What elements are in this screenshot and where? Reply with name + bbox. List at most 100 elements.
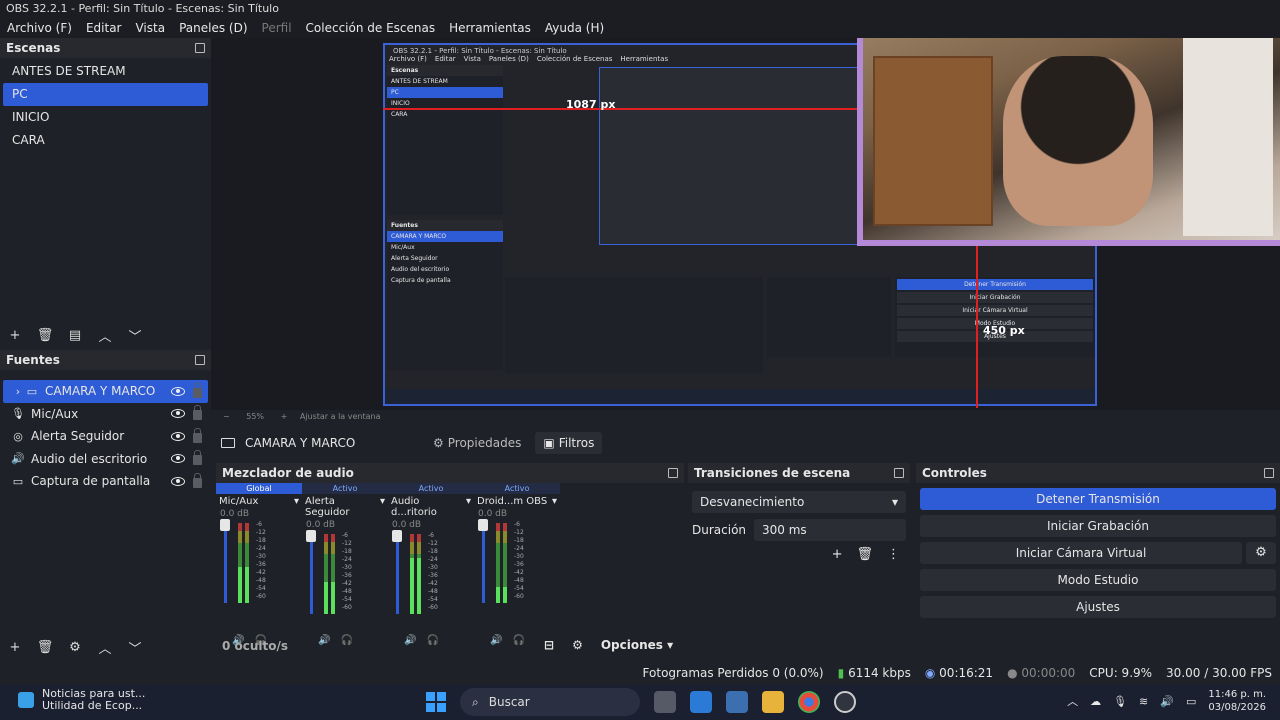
gear-icon[interactable]: ⚙ — [572, 638, 583, 652]
filter-icon[interactable]: ▤ — [68, 328, 82, 343]
volume-icon[interactable]: 🔊 — [318, 635, 330, 646]
tray-chevron-icon[interactable]: ︿ — [1067, 693, 1078, 709]
menu-paneles[interactable]: Paneles (D) — [172, 21, 254, 35]
lock-icon[interactable] — [193, 427, 202, 443]
eye-icon[interactable] — [171, 454, 185, 464]
volume-slider-knob[interactable] — [306, 530, 316, 542]
layout-icon[interactable]: ⊟ — [544, 638, 554, 652]
chrome-icon[interactable] — [798, 691, 820, 713]
menu-editar[interactable]: Editar — [79, 21, 129, 35]
eye-icon[interactable] — [171, 386, 185, 396]
chevron-up-icon[interactable]: ︿ — [98, 328, 112, 345]
volume-slider-knob[interactable] — [220, 519, 230, 531]
trash-icon[interactable]: 🗑 — [37, 328, 54, 343]
volume-icon[interactable]: 🔊 — [404, 635, 416, 646]
undock-icon[interactable] — [195, 43, 205, 53]
audio-mixer-dock: Mezclador de audio Global Mic/Aux ▾ 0.0 dB -… — [216, 463, 684, 659]
scene-item[interactable]: ANTES DE STREAM — [3, 60, 208, 83]
source-item[interactable]: 🔊 Audio del escritorio — [3, 448, 208, 471]
channel-name-row[interactable]: Mic/Aux ▾ — [216, 494, 302, 509]
transition-select[interactable]: Desvanecimiento ▾ — [692, 491, 906, 513]
lock-icon[interactable] — [193, 382, 202, 398]
source-item-selected[interactable]: › ▭ CAMARA Y MARCO — [3, 380, 208, 403]
volume-slider-track[interactable] — [310, 534, 313, 614]
scene-item-selected[interactable]: PC — [3, 83, 208, 106]
chevron-up-icon[interactable]: ︿ — [98, 640, 112, 657]
scene-item[interactable]: INICIO — [3, 106, 208, 129]
filters-button[interactable]: ▣ Filtros — [535, 432, 603, 454]
options-button[interactable]: Opciones ▾ — [601, 638, 673, 652]
headphones-icon[interactable]: 🎧 — [426, 635, 438, 646]
task-view-icon[interactable] — [654, 691, 676, 713]
menu-herramientas[interactable]: Herramientas — [442, 21, 538, 35]
channel-name-row[interactable]: Alerta Seguidor ▾ — [302, 494, 388, 520]
calculator-icon[interactable] — [726, 691, 748, 713]
expand-arrow-icon[interactable]: › — [11, 385, 25, 398]
webcam-source[interactable] — [857, 38, 1280, 246]
clock[interactable]: 11:46 p. m. 03/08/2026 — [1208, 688, 1266, 714]
preview-canvas[interactable]: OBS 32.2.1 - Perfil: Sin Título - Escena… — [211, 38, 1280, 410]
start-record-button[interactable]: Iniciar Grabación — [920, 515, 1276, 537]
scene-item[interactable]: CARA — [3, 129, 208, 152]
gear-icon[interactable]: ⚙ — [68, 640, 82, 655]
eye-icon[interactable] — [171, 431, 185, 441]
volume-icon[interactable]: 🔊 — [490, 635, 502, 646]
windows-start-icon[interactable] — [426, 692, 446, 712]
add-icon[interactable]: + — [8, 328, 22, 343]
add-icon[interactable]: + — [8, 640, 22, 655]
store-icon[interactable] — [690, 691, 712, 713]
undock-icon[interactable] — [195, 355, 205, 365]
headphones-icon[interactable]: 🎧 — [512, 635, 524, 646]
source-item[interactable]: ▭ Captura de pantalla — [3, 470, 208, 493]
volume-slider-knob[interactable] — [392, 530, 402, 542]
obs-icon[interactable] — [834, 691, 856, 713]
taskbar-search[interactable]: ⌕ Buscar — [460, 688, 640, 716]
more-icon[interactable]: ⋮ — [887, 547, 900, 562]
wifi-icon[interactable]: ≋ — [1139, 695, 1148, 708]
battery-icon[interactable]: ▭ — [1186, 695, 1196, 708]
menu-archivo[interactable]: Archivo (F) — [0, 21, 79, 35]
start-virtual-cam-button[interactable]: Iniciar Cámara Virtual — [920, 542, 1242, 564]
volume-slider-track[interactable] — [396, 534, 399, 614]
undock-icon[interactable] — [668, 468, 678, 478]
trash-icon[interactable]: 🗑 — [856, 547, 873, 562]
eye-icon[interactable] — [171, 409, 185, 419]
lock-icon[interactable] — [193, 405, 202, 421]
gear-icon[interactable]: ⚙ — [1246, 542, 1276, 564]
undock-icon[interactable] — [894, 468, 904, 478]
volume-icon[interactable]: 🔊 — [1160, 695, 1174, 708]
zoom-minus-icon[interactable]: − — [223, 412, 230, 421]
channel-name-row[interactable]: Droid...m OBS ▾ — [474, 494, 560, 509]
cloud-icon[interactable]: ☁ — [1090, 695, 1101, 708]
headphones-icon[interactable]: 🎧 — [340, 635, 352, 646]
mic-tray-icon[interactable]: 🎙 — [1113, 695, 1127, 708]
settings-button[interactable]: Ajustes — [920, 596, 1276, 618]
chevron-down-icon[interactable]: ﹀ — [128, 328, 142, 345]
zoom-level[interactable]: 55% — [246, 412, 264, 421]
properties-button[interactable]: ⚙ Propiedades — [425, 432, 529, 454]
studio-mode-button[interactable]: Modo Estudio — [920, 569, 1276, 591]
fit-window[interactable]: Ajustar a la ventana — [300, 412, 381, 421]
lock-icon[interactable] — [193, 472, 202, 488]
menu-perfil[interactable]: Perfil — [255, 21, 299, 35]
channel-name-row[interactable]: Audio d...ritorio ▾ — [388, 494, 474, 520]
volume-slider-track[interactable] — [482, 523, 485, 603]
news-widget[interactable]: Noticias para ust... Utilidad de Ecop... — [18, 688, 145, 712]
undock-icon[interactable] — [1264, 468, 1274, 478]
duration-field[interactable]: 300 ms — [754, 519, 906, 541]
file-explorer-icon[interactable] — [762, 691, 784, 713]
zoom-plus-icon[interactable]: + — [281, 412, 288, 421]
menu-vista[interactable]: Vista — [128, 21, 172, 35]
menu-ayuda[interactable]: Ayuda (H) — [538, 21, 611, 35]
source-item[interactable]: 🎙 Mic/Aux — [3, 403, 208, 426]
stop-stream-button[interactable]: Detener Transmisión — [920, 488, 1276, 510]
lock-icon[interactable] — [193, 450, 202, 466]
eye-icon[interactable] — [171, 476, 185, 486]
source-item[interactable]: ◎ Alerta Seguidor — [3, 425, 208, 448]
trash-icon[interactable]: 🗑 — [37, 640, 54, 655]
volume-slider-knob[interactable] — [478, 519, 488, 531]
volume-slider-track[interactable] — [224, 523, 227, 603]
add-icon[interactable]: + — [832, 547, 843, 562]
chevron-down-icon[interactable]: ﹀ — [128, 640, 142, 657]
menu-coleccion-escenas[interactable]: Colección de Escenas — [299, 21, 443, 35]
